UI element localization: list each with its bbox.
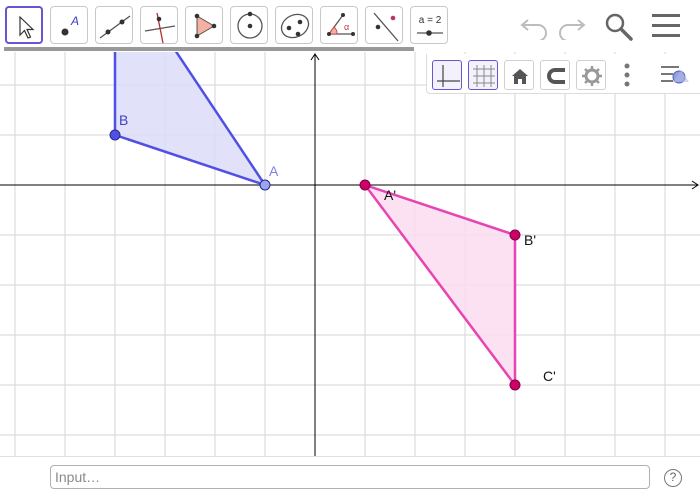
point-label-b-prime: B' xyxy=(524,232,536,248)
circle-tool-button[interactable] xyxy=(230,6,268,44)
point-a-prime[interactable] xyxy=(359,179,371,191)
home-icon xyxy=(512,69,528,84)
slider-icon: a = 2 xyxy=(417,15,443,36)
perpendicular-line-icon xyxy=(144,12,176,44)
conic-tool-button[interactable] xyxy=(275,6,313,44)
standard-view-button[interactable] xyxy=(504,60,534,90)
line-through-points-icon xyxy=(99,15,131,39)
point-c-prime[interactable] xyxy=(509,379,521,391)
graphics-view[interactable]: A B A' B' C' xyxy=(0,52,700,456)
show-grid-button[interactable] xyxy=(468,60,498,90)
redo-icon[interactable] xyxy=(554,10,588,40)
move-tool-button[interactable] xyxy=(5,6,43,44)
point-b[interactable] xyxy=(109,129,121,141)
polygon-tool-button[interactable] xyxy=(185,6,223,44)
point-label-a-prime: A' xyxy=(384,187,396,203)
svg-text:a = 2: a = 2 xyxy=(419,15,442,26)
svg-text:A: A xyxy=(70,14,79,28)
input-help-button[interactable]: ? xyxy=(664,469,682,487)
point-icon: A xyxy=(61,14,79,36)
graphics-style-bar xyxy=(426,54,700,94)
point-tool-button[interactable]: A xyxy=(50,6,88,44)
axes xyxy=(0,53,699,456)
point-b-prime[interactable] xyxy=(509,229,521,241)
line-tool-button[interactable] xyxy=(95,6,133,44)
toolbar: A α a = 2 xyxy=(0,0,700,48)
undo-icon[interactable] xyxy=(518,10,552,40)
move-arrow-icon xyxy=(19,15,35,39)
reflect-tool-button[interactable] xyxy=(365,6,403,44)
polygon-icon xyxy=(194,13,217,39)
magnet-icon xyxy=(547,68,565,84)
algebra-input-field[interactable] xyxy=(50,465,650,489)
vertical-dots-icon xyxy=(624,63,630,87)
perpendicular-line-tool-button[interactable] xyxy=(140,6,178,44)
original-triangle-polygon[interactable] xyxy=(113,52,269,188)
slider-tool-button[interactable]: a = 2 xyxy=(410,6,448,44)
search-icon[interactable] xyxy=(604,12,634,42)
svg-text:α: α xyxy=(344,22,349,32)
toggle-style-bar-button[interactable] xyxy=(659,60,693,90)
show-axes-button[interactable] xyxy=(432,60,462,90)
angle-icon: α xyxy=(327,13,355,36)
more-options-button[interactable] xyxy=(620,60,634,90)
input-bar: ? xyxy=(0,456,700,500)
reflect-about-line-icon xyxy=(373,12,399,42)
point-capturing-button[interactable] xyxy=(540,60,570,90)
point-label-a: A xyxy=(269,163,279,179)
grid-icon xyxy=(473,65,495,87)
style-bar-toggle-icon xyxy=(661,66,689,84)
hamburger-menu-icon[interactable] xyxy=(652,13,680,39)
graphics-settings-button[interactable] xyxy=(576,60,606,90)
point-label-c-prime: C' xyxy=(543,368,556,384)
grid xyxy=(0,52,700,456)
circle-center-point-icon xyxy=(237,11,263,39)
angle-tool-button[interactable]: α xyxy=(320,6,358,44)
gear-icon xyxy=(582,66,602,86)
point-label-b: B xyxy=(119,112,128,128)
axes-icon xyxy=(437,65,460,87)
point-a[interactable] xyxy=(259,179,271,191)
ellipse-icon xyxy=(280,13,310,39)
toolbar-divider xyxy=(4,47,414,51)
